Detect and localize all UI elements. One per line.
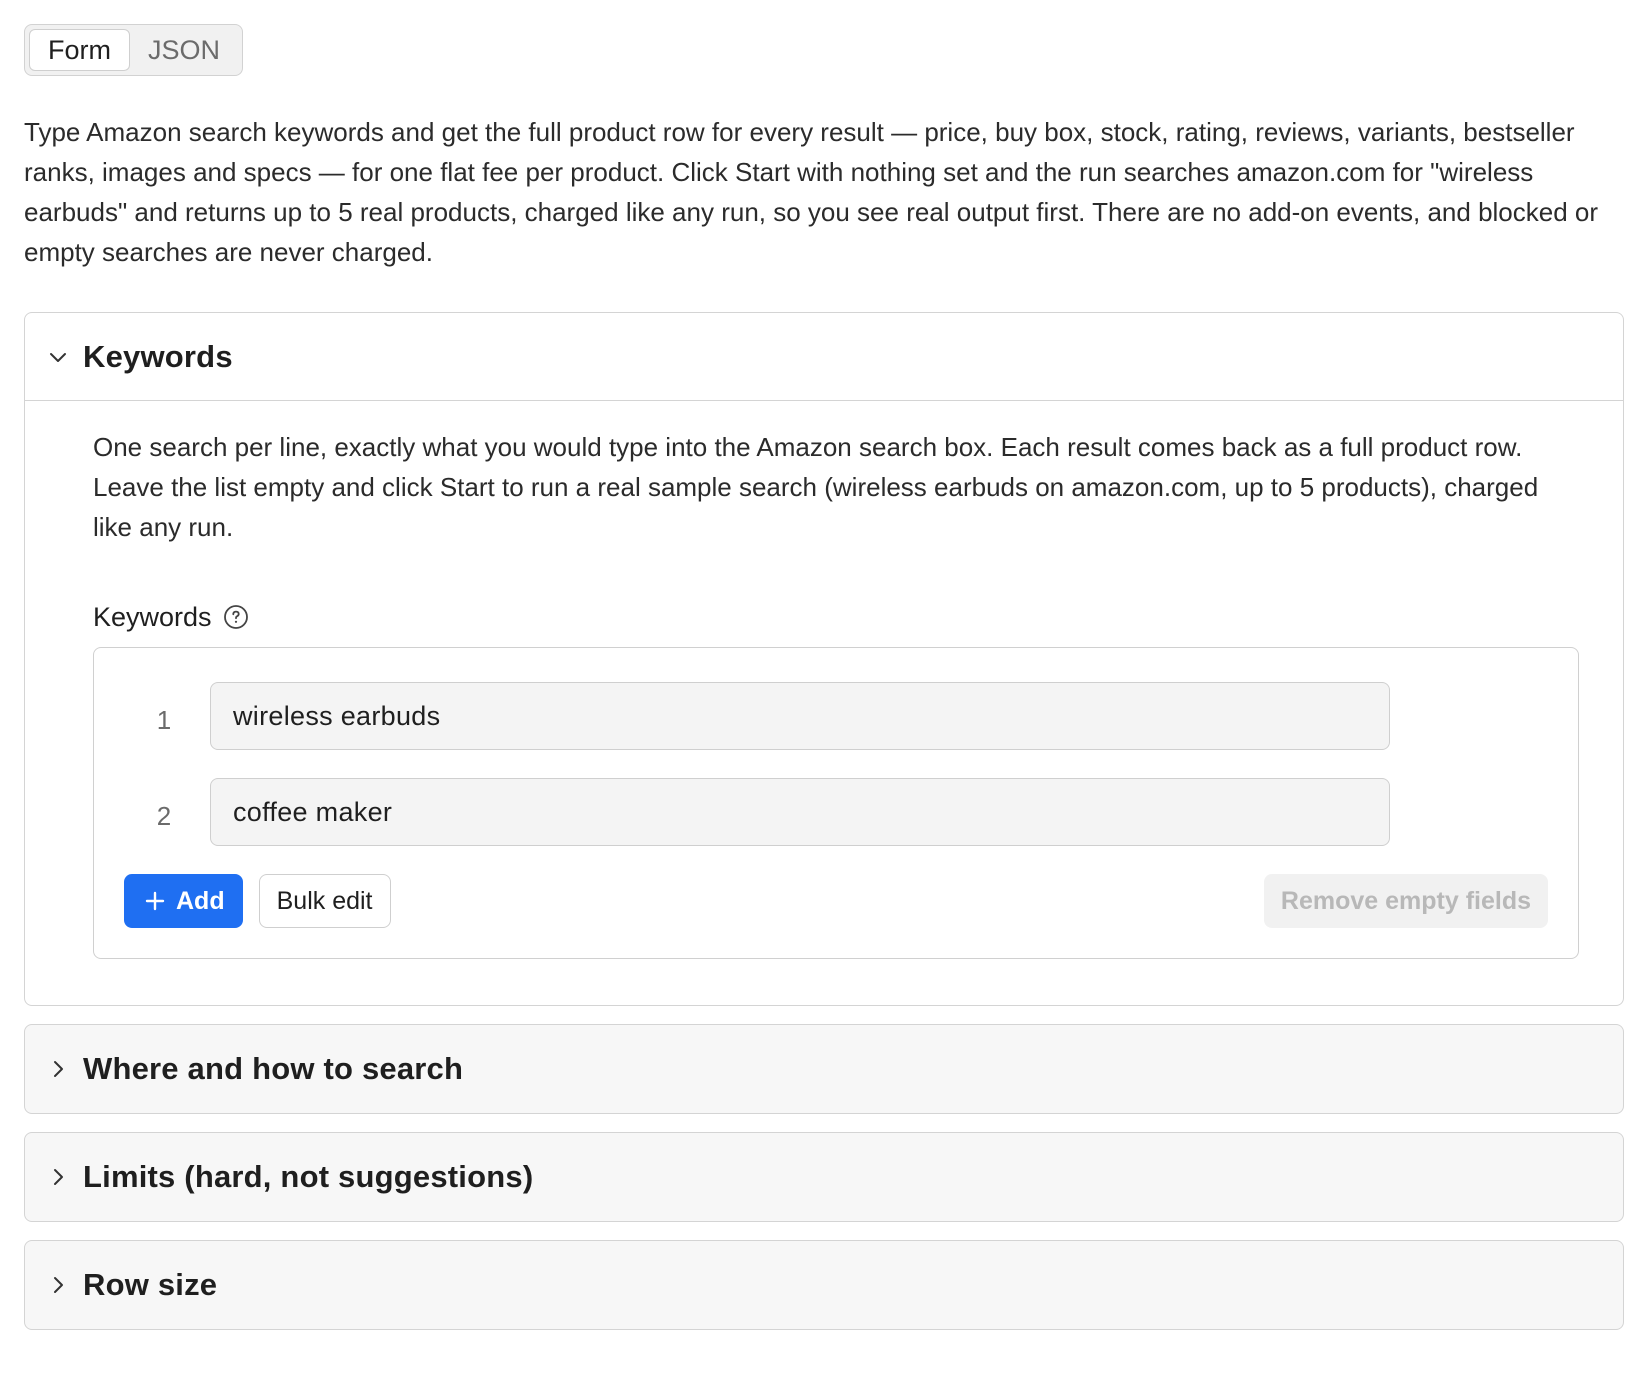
- where-and-how-section-title: Where and how to search: [83, 1051, 464, 1086]
- keywords-section: Keywords One search per line, exactly wh…: [24, 312, 1624, 1006]
- json-mode-tab[interactable]: JSON: [130, 29, 238, 71]
- row-number: 2: [156, 800, 172, 831]
- keywords-section-header[interactable]: Keywords: [25, 313, 1623, 401]
- chevron-right-icon: [47, 1058, 69, 1080]
- where-and-how-section-header[interactable]: Where and how to search: [25, 1025, 1623, 1113]
- row-size-section: Row size: [24, 1240, 1624, 1330]
- where-and-how-section: Where and how to search: [24, 1024, 1624, 1114]
- remove-empty-fields-button[interactable]: Remove empty fields: [1263, 874, 1548, 928]
- keywords-description: One search per line, exactly what you wo…: [93, 432, 1539, 542]
- row-size-section-header[interactable]: Row size: [25, 1241, 1623, 1329]
- mode-toggle: Form JSON: [24, 24, 244, 76]
- list-item: 2: [124, 778, 1548, 846]
- keywords-section-body: One search per line, exactly what you wo…: [25, 401, 1623, 1005]
- help-circle-icon[interactable]: [222, 603, 250, 631]
- chevron-down-icon: [47, 346, 69, 368]
- row-size-section-title: Row size: [83, 1267, 218, 1302]
- keywords-section-title: Keywords: [83, 338, 233, 374]
- list-item: 1: [124, 682, 1548, 750]
- limits-section: Limits (hard, not suggestions): [24, 1132, 1624, 1222]
- row-number: 1: [156, 704, 172, 735]
- add-button-label: Add: [176, 886, 225, 915]
- chevron-right-icon: [47, 1274, 69, 1296]
- keyword-input[interactable]: [210, 682, 1390, 750]
- chevron-right-icon: [47, 1166, 69, 1188]
- keywords-field-label: Keywords: [93, 601, 212, 632]
- form-mode-tab[interactable]: Form: [29, 29, 130, 71]
- intro-description: Type Amazon search keywords and get the …: [24, 117, 1599, 267]
- bulk-edit-button[interactable]: Bulk edit: [258, 874, 391, 928]
- keywords-list: 1 2 Add Bulk edit Remove empty field: [93, 647, 1579, 959]
- plus-icon: [144, 890, 166, 912]
- add-button[interactable]: Add: [124, 874, 243, 928]
- keywords-field-label-row: Keywords: [93, 599, 1577, 635]
- list-actions: Add Bulk edit Remove empty fields: [124, 874, 1548, 928]
- keyword-input[interactable]: [210, 778, 1390, 846]
- limits-section-header[interactable]: Limits (hard, not suggestions): [25, 1133, 1623, 1221]
- limits-section-title: Limits (hard, not suggestions): [83, 1159, 534, 1194]
- input-form-page: Form JSON Type Amazon search keywords an…: [24, 24, 1624, 1330]
